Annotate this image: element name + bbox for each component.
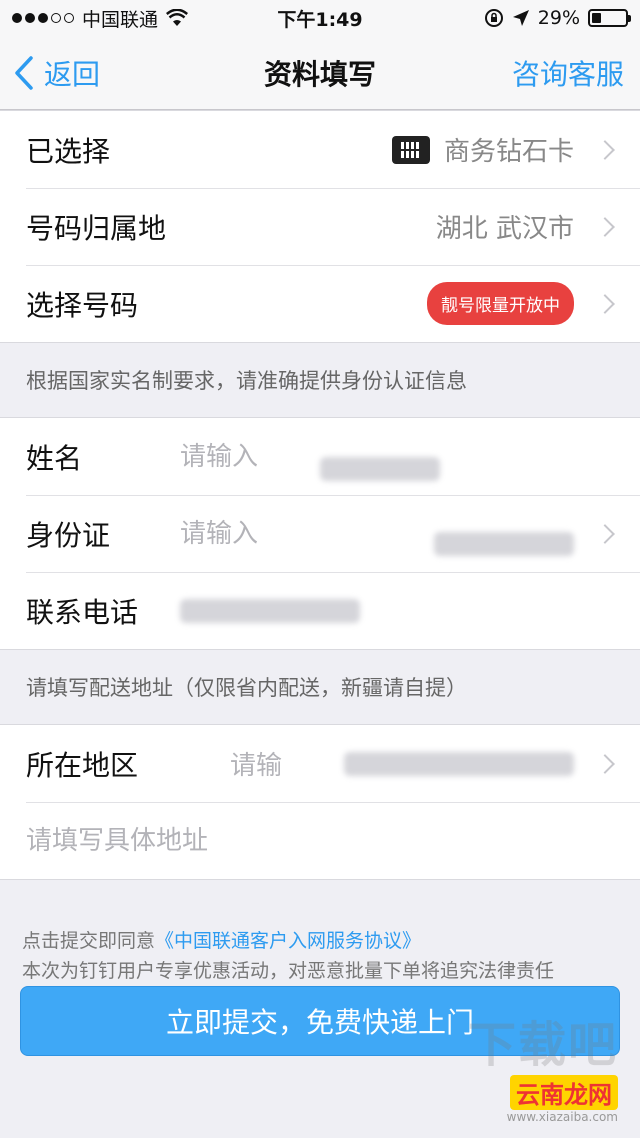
- battery-fill: [592, 13, 602, 23]
- carrier-name: 中国联通: [82, 8, 159, 31]
- status-bar: 中国联通 下午1:49 29%: [0, 0, 640, 36]
- redacted-area: [344, 751, 574, 776]
- legal-notice: 本次为钉钉用户专享优惠活动，对恶意批量下单将追究法律责任: [22, 960, 555, 982]
- choose-number-row[interactable]: 选择号码 靓号限量开放中: [0, 265, 640, 342]
- chevron-right-icon: [595, 523, 615, 544]
- area-value-wrap: [344, 751, 615, 776]
- agreement-line: 点击提交即同意《中国联通客户入网服务协议》: [22, 926, 618, 956]
- choose-number-value-wrap: 靓号限量开放中: [427, 282, 615, 325]
- status-right: 29%: [484, 7, 631, 29]
- redacted-id-card: [434, 531, 574, 556]
- watermark-logo: 云南龙网: [510, 1075, 618, 1110]
- number-region-row[interactable]: 号码归属地 湖北 武汉市: [0, 188, 640, 265]
- wifi-icon: [166, 9, 189, 26]
- battery-icon: [588, 9, 631, 27]
- name-label: 姓名: [26, 441, 83, 475]
- name-row: 姓名: [0, 418, 640, 495]
- area-placeholder: 请输: [230, 751, 283, 781]
- identity-group: 姓名 身份证 联系电话: [0, 417, 640, 650]
- address-group: 所在地区 请输: [0, 724, 640, 880]
- area-row[interactable]: 所在地区 请输: [0, 725, 640, 802]
- identity-note: 根据国家实名制要求，请准确提供身份认证信息: [26, 369, 467, 393]
- back-button[interactable]: 返回: [0, 53, 100, 93]
- selected-plan-value-wrap: 商务钻石卡: [391, 131, 615, 168]
- id-card-row[interactable]: 身份证: [0, 495, 640, 572]
- area-label: 所在地区: [26, 748, 139, 782]
- signal-icon: [12, 13, 74, 23]
- address-note: 请填写配送地址（仅限省内配送，新疆请自提）: [26, 676, 467, 700]
- sim-card-icon: [391, 135, 430, 164]
- choose-number-label: 选择号码: [26, 288, 139, 322]
- selected-plan-label: 已选择: [26, 134, 111, 168]
- chevron-left-icon: [15, 55, 33, 90]
- watermark-top: 下载吧: [467, 1017, 618, 1073]
- name-input[interactable]: [180, 441, 310, 472]
- service-agreement-link[interactable]: 《中国联通客户入网服务协议》: [155, 930, 421, 952]
- number-region-value-wrap: 湖北 武汉市: [435, 208, 615, 245]
- back-label: 返回: [44, 57, 101, 91]
- orientation-lock-icon: [484, 9, 503, 27]
- redacted-phone: [180, 598, 360, 623]
- customer-service-button[interactable]: 咨询客服: [512, 53, 640, 93]
- phone-row: 联系电话: [0, 572, 640, 649]
- watermark: 下载吧 云南龙网 www.xiazaiba.com: [468, 1005, 618, 1124]
- id-card-label: 身份证: [26, 518, 111, 552]
- agreement-prefix: 点击提交即同意: [22, 930, 156, 952]
- detail-address-input[interactable]: [26, 825, 546, 856]
- chevron-right-icon: [595, 139, 615, 160]
- detail-address-row: [0, 802, 640, 879]
- chevron-right-icon: [595, 753, 615, 774]
- battery-percent: 29%: [537, 7, 580, 29]
- footer-text: 点击提交即同意《中国联通客户入网服务协议》 本次为钉钉用户专享优惠活动，对恶意批…: [0, 880, 640, 986]
- chevron-right-icon: [595, 293, 615, 314]
- status-left: 中国联通: [12, 5, 189, 32]
- selected-plan-row[interactable]: 已选择 商务钻石卡: [0, 111, 640, 188]
- number-region-label: 号码归属地: [26, 211, 167, 245]
- nav-bar: 返回 资料填写 咨询客服: [0, 36, 640, 110]
- watermark-url: www.xiazaiba.com: [506, 1110, 618, 1124]
- redacted-name: [320, 456, 440, 481]
- location-icon: [512, 10, 529, 26]
- selected-plan-value: 商务钻石卡: [443, 137, 574, 167]
- promo-badge: 靓号限量开放中: [427, 282, 574, 325]
- chevron-right-icon: [595, 216, 615, 237]
- id-card-value-wrap: [434, 512, 615, 556]
- id-card-input[interactable]: [180, 518, 310, 549]
- plan-group: 已选择 商务钻石卡 号码归属地 湖北 武汉市 选择号码 靓号限量开放中: [0, 110, 640, 343]
- number-region-value: 湖北 武汉市: [435, 214, 574, 244]
- phone-label: 联系电话: [26, 595, 139, 629]
